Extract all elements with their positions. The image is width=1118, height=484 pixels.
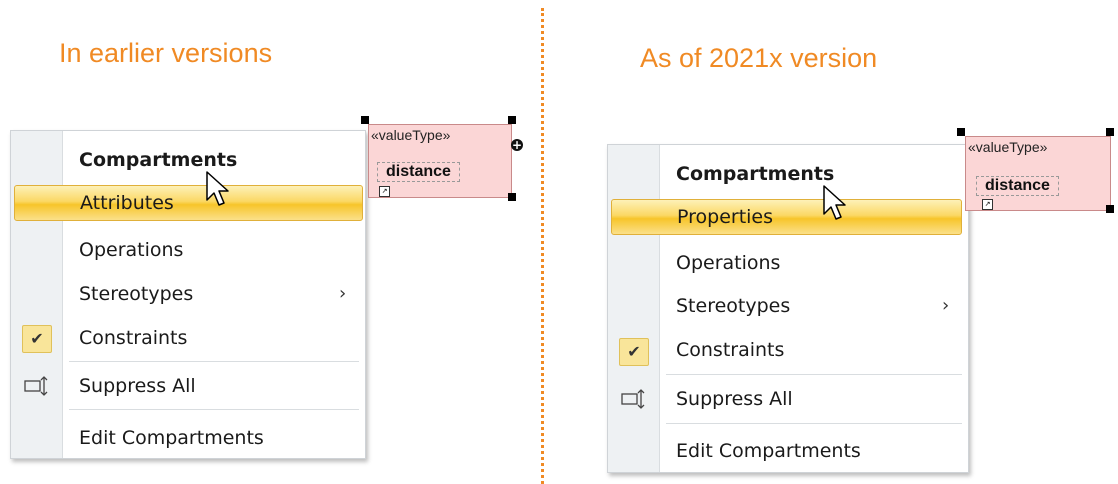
checkmark-icon: ✔ bbox=[22, 325, 52, 353]
menu-icon-gutter bbox=[11, 131, 63, 458]
menu-separator bbox=[666, 374, 962, 375]
menu-header-compartments: Compartments bbox=[676, 163, 835, 185]
menu-item-stereotypes[interactable]: Stereotypes bbox=[63, 277, 193, 311]
menu-item-constraints[interactable]: Constraints bbox=[63, 321, 187, 355]
menu-icon-gutter bbox=[608, 145, 660, 472]
menu-item-constraints[interactable]: Constraints bbox=[660, 333, 784, 367]
add-plus-icon[interactable]: + bbox=[511, 139, 523, 151]
mouse-cursor-icon bbox=[823, 185, 846, 220]
mouse-cursor-icon bbox=[206, 171, 229, 206]
checkmark-icon: ✔ bbox=[619, 338, 649, 366]
selection-handle[interactable] bbox=[361, 116, 369, 124]
shape-stereotype-label: «valueType» bbox=[968, 139, 1048, 155]
left-context-menu: Compartments Attributes Operations Stere… bbox=[10, 130, 366, 459]
menu-item-suppress-all[interactable]: Suppress All bbox=[63, 369, 196, 403]
right-context-menu: Compartments Properties Operations Stere… bbox=[607, 144, 969, 473]
right-panel-title: As of 2021x version bbox=[640, 43, 878, 73]
selection-handle[interactable] bbox=[1106, 205, 1114, 213]
menu-item-edit-compartments[interactable]: Edit Compartments bbox=[63, 421, 264, 455]
submenu-arrow-icon: › bbox=[942, 295, 950, 316]
menu-item-properties[interactable]: Properties bbox=[611, 199, 962, 235]
shape-name-label[interactable]: distance bbox=[976, 176, 1059, 196]
value-type-shape[interactable]: «valueType» distance ↗ bbox=[368, 124, 512, 198]
selection-handle[interactable] bbox=[508, 193, 516, 201]
menu-item-attributes[interactable]: Attributes bbox=[14, 185, 363, 221]
menu-item-operations[interactable]: Operations bbox=[63, 233, 183, 267]
selection-handle[interactable] bbox=[957, 128, 965, 136]
shape-link-icon[interactable]: ↗ bbox=[982, 199, 993, 210]
menu-separator bbox=[69, 409, 359, 410]
menu-item-suppress-all[interactable]: Suppress All bbox=[660, 382, 793, 416]
selection-handle[interactable] bbox=[508, 116, 516, 124]
menu-item-stereotypes[interactable]: Stereotypes bbox=[660, 289, 790, 323]
menu-separator bbox=[666, 423, 962, 424]
shape-name-label[interactable]: distance bbox=[377, 162, 460, 182]
submenu-arrow-icon: › bbox=[339, 283, 347, 304]
menu-separator bbox=[69, 361, 359, 362]
shape-stereotype-label: «valueType» bbox=[371, 127, 451, 143]
value-type-shape[interactable]: «valueType» distance ↗ bbox=[965, 136, 1111, 211]
shape-link-icon[interactable]: ↗ bbox=[379, 186, 390, 197]
suppress-all-icon bbox=[24, 376, 48, 396]
dotted-divider bbox=[541, 8, 544, 484]
selection-handle[interactable] bbox=[1106, 128, 1114, 136]
menu-item-operations[interactable]: Operations bbox=[660, 246, 780, 280]
menu-item-edit-compartments[interactable]: Edit Compartments bbox=[660, 434, 861, 468]
left-panel-title: In earlier versions bbox=[59, 38, 273, 68]
suppress-all-icon bbox=[621, 389, 645, 409]
